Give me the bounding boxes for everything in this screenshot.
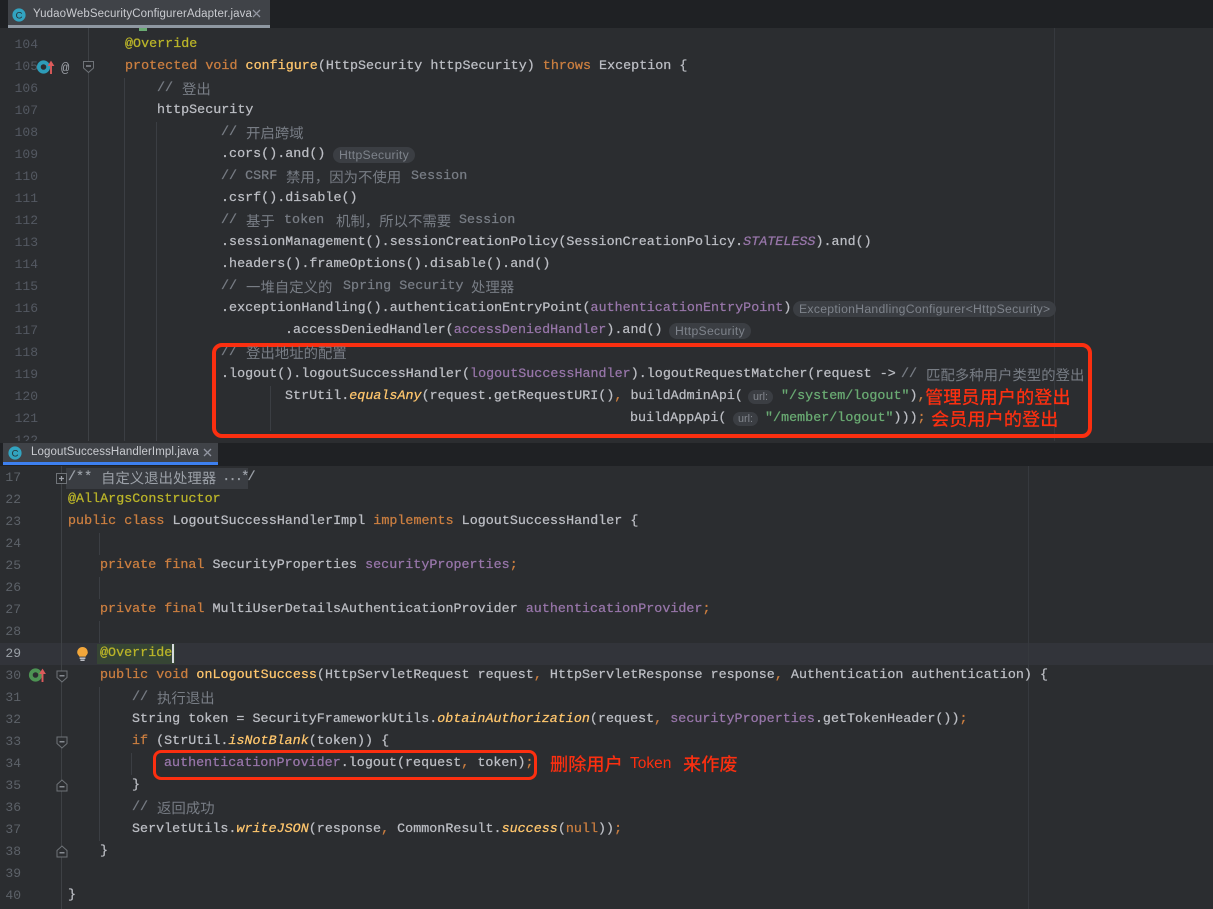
- svg-text:C: C: [12, 449, 19, 460]
- svg-text:@: @: [61, 61, 70, 76]
- svg-text:C: C: [16, 11, 23, 22]
